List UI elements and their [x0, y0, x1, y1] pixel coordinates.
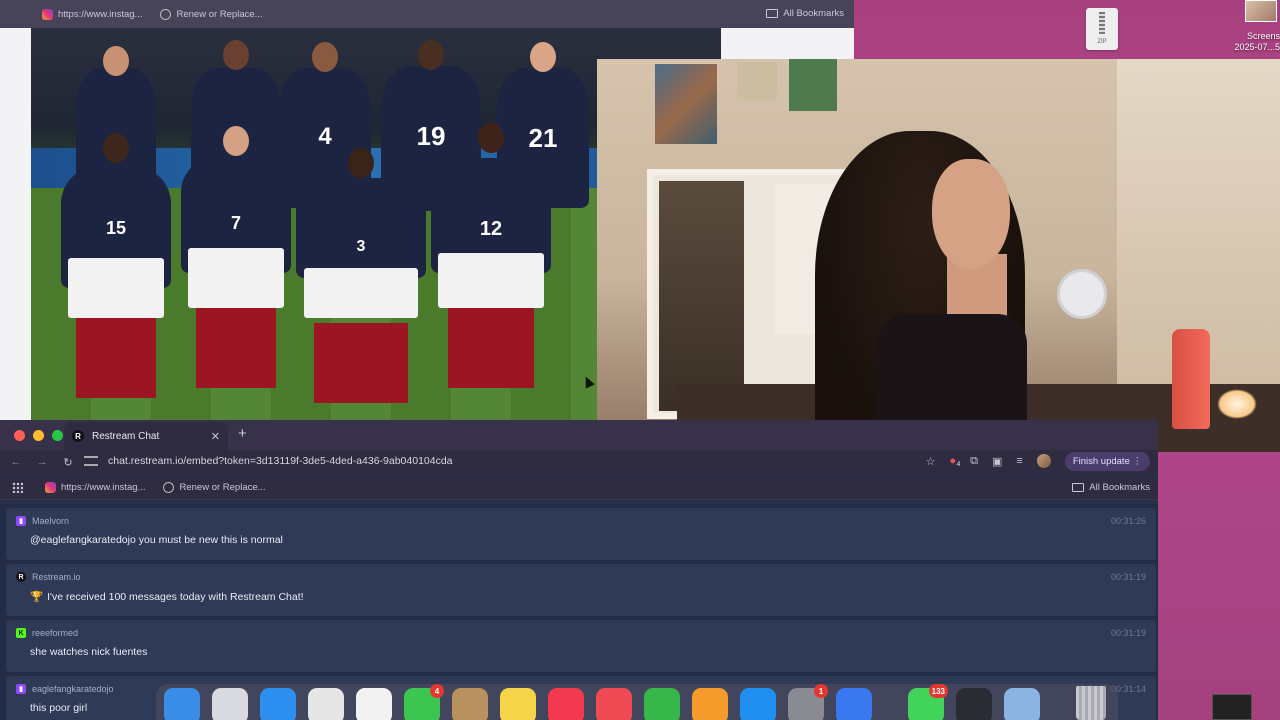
screenshot-file-label[interactable]: Screens 2025-07...5 [1212, 31, 1280, 53]
dock-app-obs-icon[interactable] [956, 688, 992, 720]
dock-app-chrome-icon[interactable] [308, 688, 344, 720]
jersey-number: 3 [356, 238, 366, 255]
message-text: I've received 100 messages today with Re… [47, 591, 304, 603]
player: 12 [431, 123, 551, 388]
jersey-number: 4 [318, 123, 332, 150]
zip-file-icon[interactable]: ZIP [1086, 8, 1118, 50]
message-text: @eaglefangkaratedojo you must be new thi… [30, 534, 283, 546]
folder-icon [1072, 483, 1085, 492]
close-window-button[interactable] [14, 429, 25, 441]
kick-icon: K [16, 628, 26, 638]
trophy-icon: 🏆 [30, 591, 44, 603]
dock: 4 1 133 [156, 684, 1118, 720]
dock-app-system-settings-icon[interactable]: 1 [788, 684, 828, 720]
desktop-file-thumbnail[interactable] [1212, 694, 1252, 720]
player: 15 [61, 133, 171, 398]
message-time: 00:31:26 [1110, 516, 1146, 526]
forward-icon[interactable]: → [32, 456, 52, 468]
player: 7 [181, 126, 291, 388]
tab-restream-chat[interactable]: R Restream Chat ✕ [64, 422, 228, 450]
bookmark-renew[interactable]: Renew or Replace... [160, 8, 263, 20]
back-icon[interactable]: ← [6, 456, 26, 468]
restream-icon: R [16, 572, 26, 582]
close-tab-icon[interactable]: ✕ [211, 430, 220, 443]
jersey-number: 7 [230, 213, 241, 233]
dock-app-facetime-icon[interactable]: 4 [404, 684, 444, 720]
message-author: Maelvorn [32, 516, 70, 526]
restream-icon: R [72, 430, 84, 442]
restream-chat-window: R Restream Chat ✕ + ← → ↻ chat.restream.… [0, 420, 1158, 720]
new-tab-button[interactable]: + [238, 425, 247, 442]
address-bar[interactable]: chat.restream.io/embed?token=3d13119f-3d… [84, 450, 904, 472]
maximize-window-button[interactable] [52, 429, 63, 441]
dock-app-notes-icon[interactable] [500, 688, 536, 720]
finish-update-button[interactable]: Finish update ⋮ [1064, 451, 1150, 471]
jersey-number: 15 [105, 218, 127, 238]
globe-icon [163, 482, 175, 493]
player: 3 [296, 148, 426, 403]
webcam-feed [597, 59, 1280, 452]
dock-app-messages-icon[interactable]: 133 [908, 684, 948, 720]
dock-app-launchpad-icon[interactable] [212, 688, 248, 720]
jersey-number: 21 [528, 123, 558, 153]
screenshot-file-icon[interactable] [1245, 0, 1277, 22]
dock-app-pages-icon[interactable] [692, 688, 728, 720]
dock-app-app-store-icon[interactable] [740, 688, 776, 720]
dock-app-contacts-icon[interactable] [452, 688, 488, 720]
dock-app-safari-icon[interactable] [260, 688, 296, 720]
message-text: she watches nick fuentes [30, 646, 148, 658]
site-info-icon[interactable] [84, 456, 98, 466]
bookmarks-bar: https://www.instag... Renew or Replace..… [0, 0, 854, 28]
globe-icon [160, 8, 172, 20]
tab-title: Restream Chat [92, 430, 160, 442]
dock-trash-icon[interactable] [1076, 686, 1106, 720]
reading-list-icon[interactable]: ≡ [1016, 455, 1022, 467]
zip-label: ZIP [1097, 39, 1107, 45]
all-bookmarks-button[interactable]: All Bookmarks [766, 8, 844, 19]
reload-icon[interactable]: ↻ [58, 456, 78, 469]
chat-message: K reeeformed 00:31:19 she watches nick f… [6, 620, 1156, 672]
message-author: eaglefangkaratedojo [32, 684, 114, 694]
message-text: this poor girl [30, 702, 88, 714]
message-time: 00:31:19 [1110, 628, 1146, 638]
notification-badge: 133 [928, 684, 948, 698]
chat-message: ▮ Maelvorn 00:31:26 @eaglefangkaratedojo… [6, 508, 1156, 560]
apps-grid-icon[interactable] [12, 482, 23, 493]
message-time: 00:31:19 [1110, 572, 1146, 582]
twitch-icon: ▮ [16, 516, 26, 526]
cast-icon[interactable]: ▣ [992, 455, 1002, 468]
navigation-bar: ← → ↻ chat.restream.io/embed?token=3d131… [0, 450, 1158, 474]
bookmark-instagram[interactable]: https://www.instag... [45, 482, 145, 493]
minimize-window-button[interactable] [33, 429, 44, 441]
bookmark-renew[interactable]: Renew or Replace... [163, 482, 266, 493]
message-author: Restream.io [32, 572, 81, 582]
bookmark-star-icon[interactable]: ☆ [926, 455, 936, 468]
avatar[interactable] [1036, 454, 1051, 468]
dock-app-roblox-icon[interactable] [836, 688, 872, 720]
bookmark-instagram[interactable]: https://www.instag... [42, 8, 142, 20]
url-text: chat.restream.io/embed?token=3d13119f-3d… [108, 455, 453, 467]
folder-icon [766, 9, 779, 18]
instagram-icon [42, 8, 53, 20]
jersey-number: 12 [479, 218, 503, 240]
instagram-icon [45, 482, 56, 493]
extension-icon[interactable]: ● 4 [949, 455, 960, 468]
message-author: reeeformed [32, 628, 79, 638]
notification-badge: 1 [814, 684, 828, 698]
dock-app-photos-icon[interactable] [356, 688, 392, 720]
dock-app-finder-icon[interactable] [164, 688, 200, 720]
all-bookmarks-button[interactable]: All Bookmarks [1072, 482, 1150, 493]
window-titlebar: R Restream Chat ✕ + [0, 420, 1158, 450]
chat-message: R Restream.io 00:31:19 🏆 I've received 10… [6, 564, 1156, 616]
extensions-puzzle-icon[interactable]: ⧉ [970, 455, 978, 468]
dock-app-numbers-icon[interactable] [644, 688, 680, 720]
dock-app-preview-icon[interactable] [1004, 688, 1040, 720]
dock-app-music-icon[interactable] [548, 688, 584, 720]
dock-app-news-icon[interactable] [596, 688, 632, 720]
twitch-icon: ▮ [16, 684, 26, 694]
bookmarks-bar: https://www.instag... Renew or Replace..… [0, 476, 1158, 500]
jersey-number: 19 [416, 121, 446, 151]
notification-badge: 4 [430, 684, 444, 698]
